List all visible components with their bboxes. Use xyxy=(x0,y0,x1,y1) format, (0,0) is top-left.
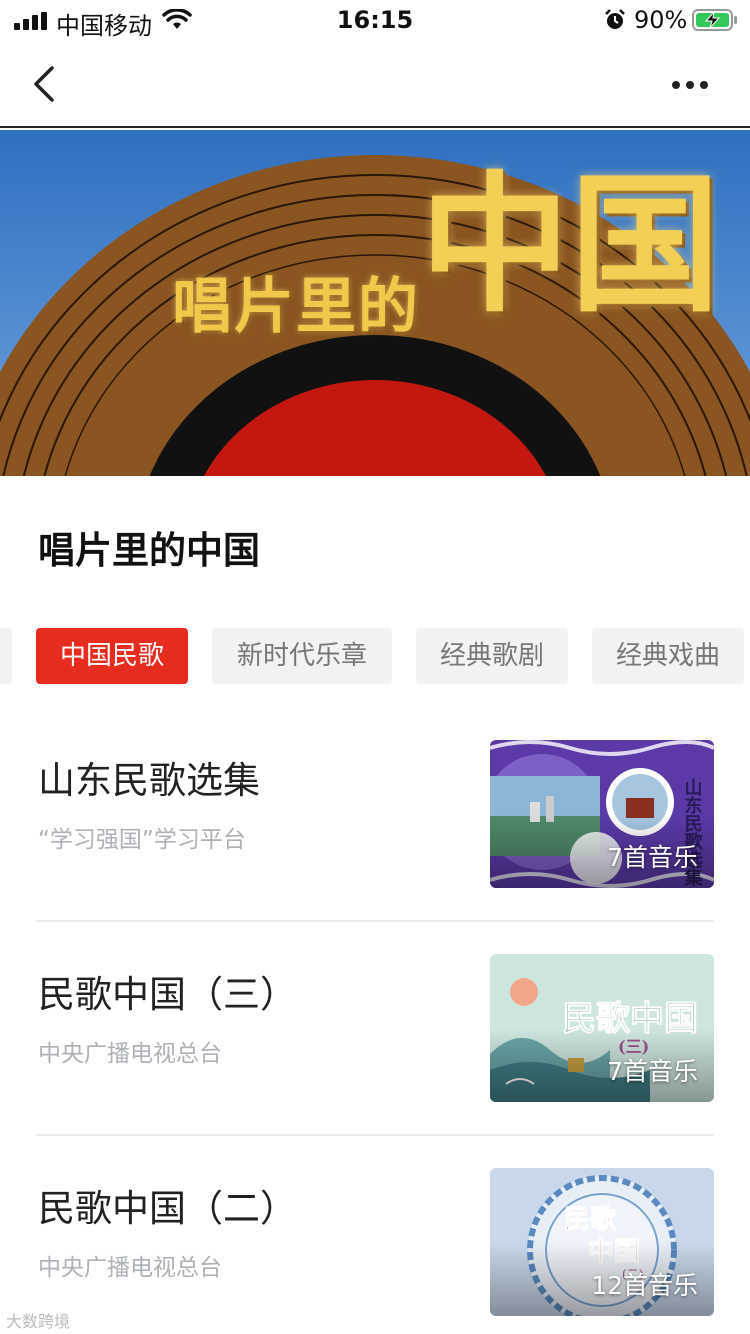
tab-chinese-folk-songs[interactable]: 中国民歌 xyxy=(36,628,188,684)
category-tabs: 中国民歌 新时代乐章 经典歌剧 经典戏曲 xyxy=(0,628,750,684)
album-cover: 民歌中国 (三) 7首音乐 xyxy=(490,954,714,1102)
tab-classic-xiqu[interactable]: 经典戏曲 xyxy=(592,628,744,684)
banner-title-large: 中国 xyxy=(420,157,721,333)
album-title: 山东民歌选集 xyxy=(38,759,260,802)
album-item[interactable]: 民歌中国（三） 中央广播电视总台 民歌中国 (三) 7首音乐 xyxy=(36,934,714,1148)
watermark: 大数跨境 xyxy=(6,1312,71,1331)
status-bar: 中国移动 16:15 90% xyxy=(0,0,750,40)
album-source: “学习强国”学习平台 xyxy=(38,827,246,853)
album-title: 民歌中国（三） xyxy=(38,973,297,1016)
alarm-icon xyxy=(605,9,625,29)
album-cover: 民歌 中国 (二) 12首音乐 xyxy=(490,1168,714,1316)
album-source: 中央广播电视总台 xyxy=(38,1041,222,1067)
divider xyxy=(36,920,714,922)
album-item[interactable]: 民歌中国（二） 中央广播电视总台 民歌 中国 (二) 12首音乐 xyxy=(36,1148,714,1334)
track-count: 7首音乐 xyxy=(607,843,698,872)
track-count: 7首音乐 xyxy=(607,1057,698,1086)
tab-previous-partial[interactable] xyxy=(0,628,12,684)
more-options-button[interactable] xyxy=(668,70,712,100)
hero-banner: 唱片里的 中国 xyxy=(0,130,750,476)
divider xyxy=(36,1134,714,1136)
album-item[interactable]: 山东民歌选集 “学习强国”学习平台 山东民歌选集 7首音乐 xyxy=(36,720,714,934)
tab-classic-opera[interactable]: 经典歌剧 xyxy=(416,628,568,684)
album-cover: 山东民歌选集 7首音乐 xyxy=(490,740,714,888)
battery-charging-icon xyxy=(692,9,737,31)
banner-title-small: 唱片里的 xyxy=(172,272,420,342)
battery-percentage: 90% xyxy=(634,6,688,34)
tab-new-era-music[interactable]: 新时代乐章 xyxy=(212,628,392,684)
page-title: 唱片里的中国 xyxy=(38,528,260,572)
track-count: 12首音乐 xyxy=(591,1271,698,1300)
album-source: 中央广播电视总台 xyxy=(38,1255,222,1281)
nav-bar xyxy=(0,40,750,128)
svg-text:民歌: 民歌 xyxy=(564,1205,617,1235)
album-title: 民歌中国（二） xyxy=(38,1187,297,1230)
back-button[interactable] xyxy=(26,64,66,104)
